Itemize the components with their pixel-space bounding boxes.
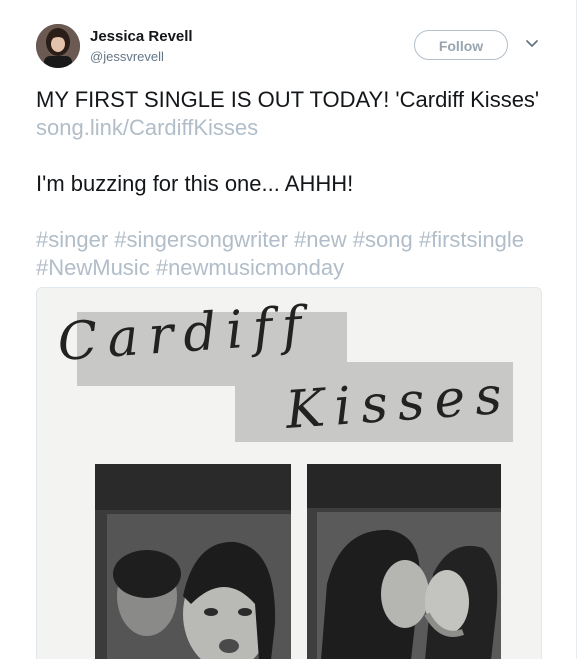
- tweet-link[interactable]: song.link/CardiffKisses: [36, 115, 258, 140]
- avatar[interactable]: [36, 24, 80, 68]
- photobooth-photo-right: [307, 464, 501, 659]
- hashtag-link[interactable]: #NewMusic: [36, 255, 150, 280]
- hashtag-link[interactable]: #firstsingle: [419, 227, 524, 252]
- hashtag-link[interactable]: #new: [294, 227, 347, 252]
- tweet-text: MY FIRST SINGLE IS OUT TODAY! 'Cardiff K…: [36, 86, 556, 282]
- hashtag-link[interactable]: #song: [353, 227, 413, 252]
- tweet-media-image[interactable]: Cardiff Kisses: [36, 287, 542, 659]
- tweet-card: Jessica Revell @jessvrevell Follow MY FI…: [0, 0, 577, 659]
- chevron-down-icon[interactable]: [524, 36, 540, 52]
- display-name[interactable]: Jessica Revell: [90, 28, 193, 45]
- hashtag-link[interactable]: #singersongwriter: [114, 227, 288, 252]
- tweet-line-1: MY FIRST SINGLE IS OUT TODAY! 'Cardiff K…: [36, 87, 540, 112]
- hashtag-link[interactable]: #singer: [36, 227, 108, 252]
- artwork-title-line-1: Cardiff: [56, 295, 314, 373]
- hashtag-link[interactable]: #newmusicmonday: [156, 255, 344, 280]
- user-handle[interactable]: @jessvrevell: [90, 49, 164, 64]
- follow-button[interactable]: Follow: [414, 30, 508, 60]
- photobooth-photo-left: [95, 464, 291, 659]
- artwork-title-line-2: Kisses: [283, 365, 514, 441]
- tweet-line-2: I'm buzzing for this one... AHHH!: [36, 171, 354, 196]
- tweet-header: Jessica Revell @jessvrevell Follow: [36, 24, 546, 74]
